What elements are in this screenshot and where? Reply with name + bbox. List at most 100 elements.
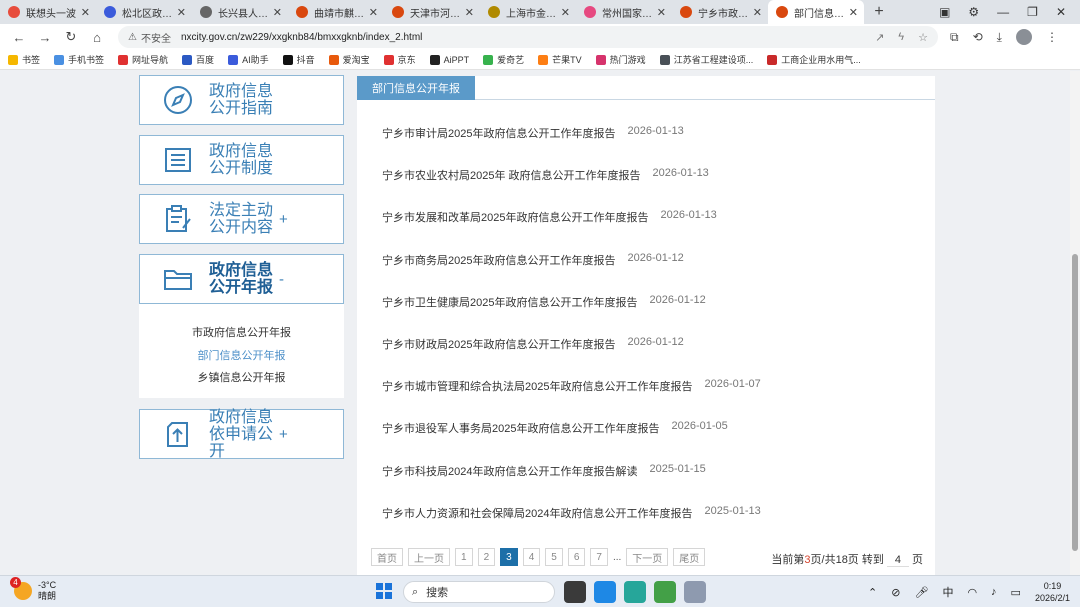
browser-tab[interactable]: 宁乡市政府门户 ✕ xyxy=(672,0,768,24)
bookmark-item[interactable]: 网址导航 xyxy=(118,53,168,66)
browser-tab[interactable]: 上海市金山区 ✕ xyxy=(480,0,576,24)
report-link[interactable]: 宁乡市财政局2025年政府信息公开工作年度报告 xyxy=(382,336,615,352)
browser-tab[interactable]: 松北区政府办公 ✕ xyxy=(96,0,192,24)
extensions-puzzle-icon[interactable]: ⧉ xyxy=(950,30,959,45)
ime-indicator[interactable]: 中 xyxy=(942,584,953,600)
close-window-icon[interactable]: ✕ xyxy=(1056,5,1066,19)
scrollbar-thumb[interactable] xyxy=(1072,254,1078,551)
last-page-button[interactable]: 尾页 xyxy=(673,548,706,566)
taskbar-search[interactable]: ⌕ 搜索 xyxy=(403,581,555,603)
chevron-up-icon[interactable]: ⌃ xyxy=(868,586,877,599)
report-link[interactable]: 宁乡市发展和改革局2025年政府信息公开工作年度报告 xyxy=(382,209,648,225)
bookmark-item[interactable]: 京东 xyxy=(383,53,416,66)
sidebar-item-statutory[interactable]: 法定主动公开内容 + xyxy=(139,194,344,244)
bookmark-item[interactable]: 书签 xyxy=(8,53,40,66)
network-off-icon[interactable]: ⊘ xyxy=(891,586,900,599)
menu-icon[interactable]: ⋮ xyxy=(1046,30,1058,44)
bookmark-item[interactable]: 热门游戏 xyxy=(595,53,646,66)
bookmark-item[interactable]: 手机书签 xyxy=(54,53,104,66)
expand-toggle[interactable]: + xyxy=(279,426,288,443)
sidebar-item-guide[interactable]: 政府信息公开指南 xyxy=(139,75,344,125)
battery-icon[interactable]: ▭ xyxy=(1011,586,1021,599)
browser-tab[interactable]: 天津市河西区 ✕ xyxy=(384,0,480,24)
close-tab-icon[interactable]: ✕ xyxy=(369,6,378,19)
page-number-button[interactable]: 2 xyxy=(477,548,496,566)
expand-toggle[interactable]: + xyxy=(279,211,288,228)
wechat-icon[interactable] xyxy=(654,581,676,603)
close-tab-icon[interactable]: ✕ xyxy=(81,6,90,19)
bookmark-item[interactable]: 爱淘宝 xyxy=(328,53,370,66)
back-icon[interactable]: ← xyxy=(8,30,30,45)
bookmark-item[interactable]: 工商企业用水用气... xyxy=(767,53,861,66)
edge-browser-icon[interactable] xyxy=(594,581,616,603)
sidebar-item-application[interactable]: 政府信息依申请公开 + xyxy=(139,409,344,460)
report-link[interactable]: 宁乡市人力资源和社会保障局2024年政府信息公开工作年度报告 xyxy=(382,505,692,521)
bookmark-item[interactable]: AiPPT xyxy=(429,54,469,65)
page-jump-input[interactable]: 4 xyxy=(886,554,909,567)
profile-avatar[interactable] xyxy=(1015,29,1032,45)
sidebar-item-annual-report[interactable]: 政府信息公开年报 - xyxy=(139,254,344,304)
close-tab-icon[interactable]: ✕ xyxy=(657,6,666,19)
share-icon[interactable]: ↗ xyxy=(875,31,884,44)
lightning-icon[interactable]: ϟ xyxy=(898,31,904,44)
browser-tab[interactable]: 曲靖市麒麟区 ✕ xyxy=(288,0,384,24)
close-tab-icon[interactable]: ✕ xyxy=(753,6,762,19)
close-tab-icon[interactable]: ✕ xyxy=(561,6,570,19)
terminal-icon[interactable] xyxy=(624,581,646,603)
close-tab-icon[interactable]: ✕ xyxy=(849,6,858,19)
report-link[interactable]: 宁乡市农业农村局2025年 政府信息公开工作年度报告 xyxy=(382,167,641,183)
weather-widget[interactable]: 4 -3°C 晴朗 xyxy=(10,577,56,602)
browser-tab[interactable]: 长兴县人民政府 ✕ xyxy=(192,0,288,24)
prev-page-button[interactable]: 上一页 xyxy=(408,548,450,566)
bookmark-item[interactable]: AI助手 xyxy=(228,53,269,66)
next-page-button[interactable]: 下一页 xyxy=(626,548,669,566)
minimize-icon[interactable]: — xyxy=(997,5,1009,19)
browser-tab[interactable]: 部门信息公开年报 ✕ xyxy=(768,0,864,24)
bookmark-item[interactable]: 爱奇艺 xyxy=(483,53,524,66)
volume-icon[interactable]: ♪ xyxy=(991,586,997,598)
report-link[interactable]: 宁乡市商务局2025年政府信息公开工作年度报告 xyxy=(382,252,615,268)
bookmark-item[interactable]: 百度 xyxy=(182,53,214,66)
bookmark-item[interactable]: 芒果TV xyxy=(538,53,582,66)
tab-department-reports[interactable]: 部门信息公开年报 xyxy=(357,76,475,100)
submenu-item-city[interactable]: 市政府信息公开年报 xyxy=(139,322,344,345)
start-button[interactable] xyxy=(376,583,392,599)
page-number-button[interactable]: 6 xyxy=(567,548,586,566)
page-number-button[interactable]: 1 xyxy=(455,548,473,566)
close-tab-icon[interactable]: ✕ xyxy=(465,6,474,19)
clock[interactable]: 0:19 2026/2/1 xyxy=(1035,580,1070,604)
reload-icon[interactable]: ↻ xyxy=(60,29,82,45)
page-number-button[interactable]: 5 xyxy=(545,548,563,566)
close-tab-icon[interactable]: ✕ xyxy=(177,6,186,19)
maximize-icon[interactable]: ❐ xyxy=(1027,5,1038,19)
report-link[interactable]: 宁乡市科技局2024年政府信息公开工作年度报告解读 xyxy=(382,463,637,479)
page-info-suffix[interactable]: 页 xyxy=(912,554,923,566)
browser-tab[interactable]: 联想头一波 ✕ xyxy=(0,0,96,24)
page-scrollbar[interactable] xyxy=(1070,71,1080,575)
page-number-button[interactable]: 7 xyxy=(590,548,608,566)
history-icon[interactable]: ⟲ xyxy=(973,30,983,44)
submenu-item-township[interactable]: 乡镇信息公开年报 xyxy=(139,367,344,390)
url-field[interactable]: ⚠ 不安全 nxcity.gov.cn/zw229/xxgknb84/bmxxg… xyxy=(118,26,938,48)
star-icon[interactable]: ☆ xyxy=(918,31,928,44)
browser-tab[interactable]: 常州国家高新区 ✕ xyxy=(576,0,672,24)
new-tab-button[interactable]: + xyxy=(868,3,890,21)
extensions-icon[interactable]: ⚙ xyxy=(968,5,979,19)
app-icon[interactable] xyxy=(684,581,706,603)
page-number-button[interactable]: 3 xyxy=(500,548,518,566)
report-link[interactable]: 宁乡市退役军人事务局2025年政府信息公开工作年度报告 xyxy=(382,420,659,436)
forward-icon[interactable]: → xyxy=(34,30,56,45)
mic-icon[interactable]: 🎤︎ xyxy=(914,586,928,599)
sidebar-item-system[interactable]: 政府信息公开制度 xyxy=(139,135,344,185)
report-link[interactable]: 宁乡市卫生健康局2025年政府信息公开工作年度报告 xyxy=(382,294,637,310)
download-icon[interactable]: ⤓ xyxy=(997,30,1002,45)
report-link[interactable]: 宁乡市审计局2025年政府信息公开工作年度报告 xyxy=(382,125,615,141)
home-icon[interactable]: ⌂ xyxy=(86,30,108,45)
url-text[interactable]: nxcity.gov.cn/zw229/xxgknb84/bmxxgknb/in… xyxy=(181,32,422,43)
report-link[interactable]: 宁乡市城市管理和综合执法局2025年政府信息公开工作年度报告 xyxy=(382,378,692,394)
workspaces-icon[interactable]: ▣ xyxy=(939,5,950,19)
close-tab-icon[interactable]: ✕ xyxy=(273,6,282,19)
bookmark-item[interactable]: 抖音 xyxy=(282,53,315,66)
first-page-button[interactable]: 首页 xyxy=(371,548,403,566)
collapse-toggle[interactable]: - xyxy=(279,271,284,288)
